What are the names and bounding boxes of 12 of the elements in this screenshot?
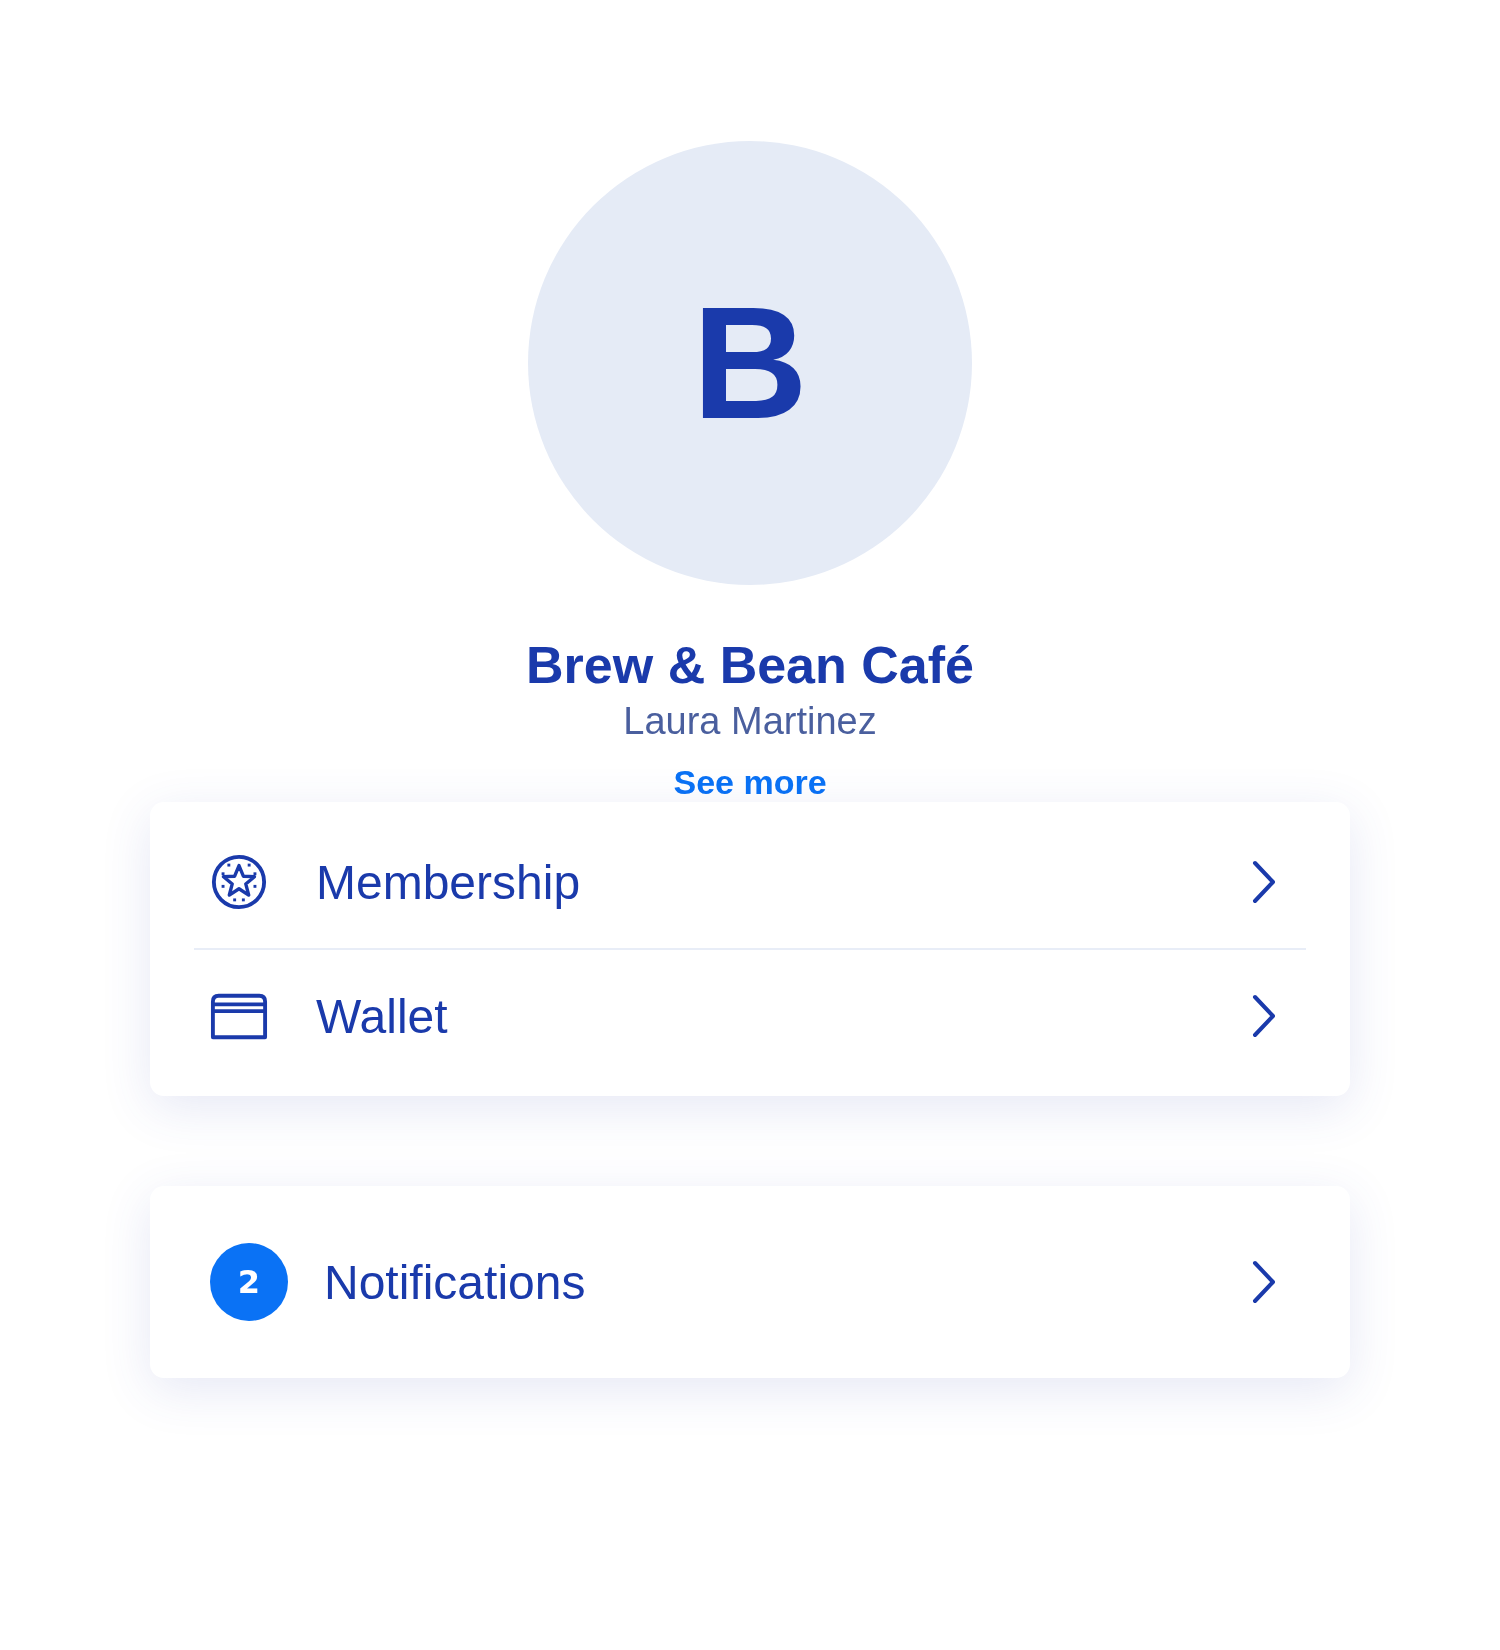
see-more-link[interactable]: See more — [673, 763, 827, 803]
chevron-right-icon[interactable] — [1252, 994, 1276, 1039]
business-name: Brew & Bean Café — [526, 637, 974, 695]
menu-item-label[interactable]: Notifications — [324, 1254, 1252, 1310]
menu-item-label[interactable]: Membership — [316, 854, 1252, 910]
count-badge: 2 — [210, 1243, 288, 1322]
menu-item-label[interactable]: Wallet — [316, 988, 1252, 1044]
chevron-right-icon[interactable] — [1252, 860, 1276, 905]
owner-name: Laura Martinez — [623, 700, 877, 744]
avatar-initial: B — [692, 283, 808, 443]
star-medal-icon — [210, 853, 268, 912]
chevron-right-icon[interactable] — [1252, 1260, 1276, 1305]
